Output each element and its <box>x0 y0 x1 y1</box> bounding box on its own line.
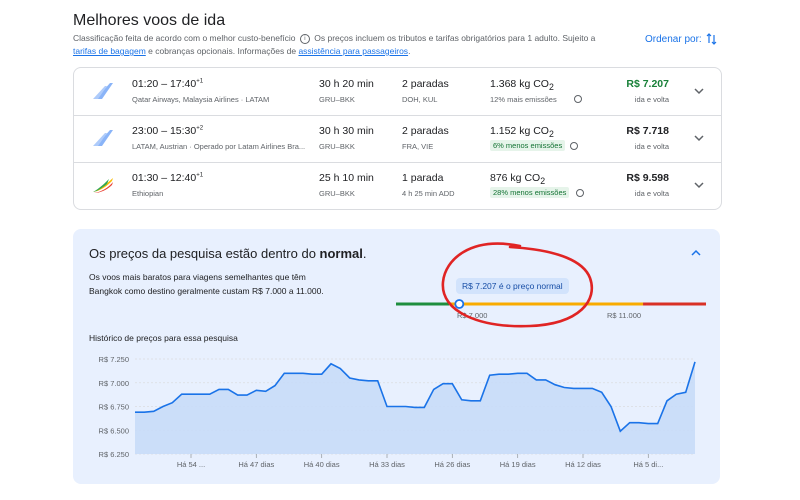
expand-chevron-icon[interactable] <box>693 85 705 97</box>
co2-value: 1.368 kg CO <box>490 78 549 90</box>
flight-results-list: 01:20 – 17:40+1 Qatar Airways, Malaysia … <box>73 67 722 210</box>
x-tick-label: Há 33 dias <box>369 460 405 469</box>
y-tick-label: R$ 7.250 <box>99 355 129 364</box>
flight-route: GRU–BKK <box>319 142 355 151</box>
qatar-airways-logo-icon <box>93 83 113 99</box>
ranking-info-text: Classificação feita de acordo com o melh… <box>73 33 296 43</box>
info-icon[interactable]: i <box>299 33 310 44</box>
x-tick-label: Há 12 dias <box>565 460 601 469</box>
emissions-badge: 28% menos emissões <box>490 187 570 198</box>
y-tick-label: R$ 6.250 <box>99 450 129 459</box>
flight-duration: 30 h 20 min <box>319 78 374 90</box>
flight-row[interactable]: 01:30 – 12:40+1 Ethiopian 25 h 10 min GR… <box>74 162 721 209</box>
expand-chevron-icon[interactable] <box>693 179 705 191</box>
co2-subscript: 2 <box>540 176 546 187</box>
day-offset: +1 <box>196 172 204 179</box>
flight-route: GRU–BKK <box>319 189 355 198</box>
x-tick-label: Há 54 ... <box>177 460 205 469</box>
day-offset: +2 <box>196 125 204 132</box>
co2-emissions: 1.368 kg CO2 <box>490 78 554 92</box>
passenger-assistance-link[interactable]: assistência para passageiros <box>298 46 408 56</box>
price-history-chart: R$ 7.250 R$ 7.000 R$ 6.750 R$ 6.500 R$ 6.250… <box>99 355 696 469</box>
x-tick-label: Há 40 dias <box>304 460 340 469</box>
baggage-fees-link[interactable]: tarifas de bagagem <box>73 46 146 56</box>
page-title: Melhores voos de ida <box>73 12 226 29</box>
day-offset: +1 <box>196 78 204 85</box>
flight-times-text: 01:30 – 12:40 <box>132 172 197 184</box>
info-end-period: . <box>408 46 411 56</box>
sort-by-button[interactable]: Ordenar por: <box>645 33 717 45</box>
flight-route: GRU–BKK <box>319 95 355 104</box>
flight-duration: 30 h 30 min <box>319 125 374 137</box>
x-tick-label: Há 5 di... <box>633 460 663 469</box>
flight-times: 01:20 – 17:40+1 <box>132 78 203 90</box>
co2-emissions: 1.152 kg CO2 <box>490 125 554 139</box>
airline-name: LATAM, Austrian · Operado por Latam Airl… <box>132 142 306 151</box>
trip-type: ida e volta <box>634 189 669 198</box>
sort-by-label: Ordenar por: <box>645 33 702 45</box>
co2-value: 876 kg CO <box>490 172 541 184</box>
flight-times: 23:00 – 15:30+2 <box>132 125 203 137</box>
co2-value: 1.152 kg CO <box>490 125 549 137</box>
y-tick-label: R$ 6.500 <box>99 426 129 435</box>
trip-type: ida e volta <box>634 95 669 104</box>
price-insight-panel: Os preços da pesquisa estão dentro do no… <box>73 229 720 484</box>
stop-airports: 4 h 25 min ADD <box>402 189 455 198</box>
stops-count: 2 paradas <box>402 125 449 137</box>
emissions-info-icon[interactable] <box>576 189 584 197</box>
flight-row[interactable]: 01:20 – 17:40+1 Qatar Airways, Malaysia … <box>74 68 721 116</box>
emissions-info-icon[interactable] <box>570 142 578 150</box>
y-tick-label: R$ 6.750 <box>99 403 129 412</box>
x-tick-label: Há 26 dias <box>434 460 470 469</box>
emissions-info-icon[interactable] <box>574 95 582 103</box>
flight-duration: 25 h 10 min <box>319 172 374 184</box>
y-tick-label: R$ 7.000 <box>99 379 129 388</box>
x-tick-label: Há 19 dias <box>500 460 536 469</box>
sort-arrows-icon <box>706 33 717 45</box>
flight-row[interactable]: 23:00 – 15:30+2 LATAM, Austrian · Operad… <box>74 115 721 163</box>
flight-times-text: 23:00 – 15:30 <box>132 125 197 137</box>
expand-chevron-icon[interactable] <box>693 132 705 144</box>
stop-airports: FRA, VIE <box>402 142 434 151</box>
results-info: Classificação feita de acordo com o melh… <box>73 32 613 58</box>
flight-times: 01:30 – 12:40+1 <box>132 172 203 184</box>
flight-price: R$ 7.207 <box>626 78 669 90</box>
emissions-badge: 6% menos emissões <box>490 140 566 151</box>
flight-times-text: 01:20 – 17:40 <box>132 78 197 90</box>
co2-subscript: 2 <box>548 129 554 140</box>
optional-charges-text: e cobranças opcionais. Informações de <box>148 46 297 56</box>
ethiopian-logo-icon <box>93 178 113 193</box>
airline-name: Qatar Airways, Malaysia Airlines · LATAM <box>132 95 270 104</box>
flight-price: R$ 7.718 <box>626 125 669 137</box>
emissions-badge: 12% mais emissões <box>490 95 557 104</box>
stops-count: 1 parada <box>402 172 444 184</box>
latam-logo-icon <box>93 130 113 146</box>
x-tick-label: Há 47 dias <box>238 460 274 469</box>
stop-airports: DOH, KUL <box>402 95 438 104</box>
flight-price: R$ 9.598 <box>626 172 669 184</box>
co2-emissions: 876 kg CO2 <box>490 172 545 186</box>
co2-subscript: 2 <box>548 82 554 93</box>
prices-info-text: Os preços incluem os tributos e tarifas … <box>314 33 596 43</box>
stops-count: 2 paradas <box>402 78 449 90</box>
airline-name: Ethiopian <box>132 189 164 198</box>
trip-type: ida e volta <box>634 142 669 151</box>
